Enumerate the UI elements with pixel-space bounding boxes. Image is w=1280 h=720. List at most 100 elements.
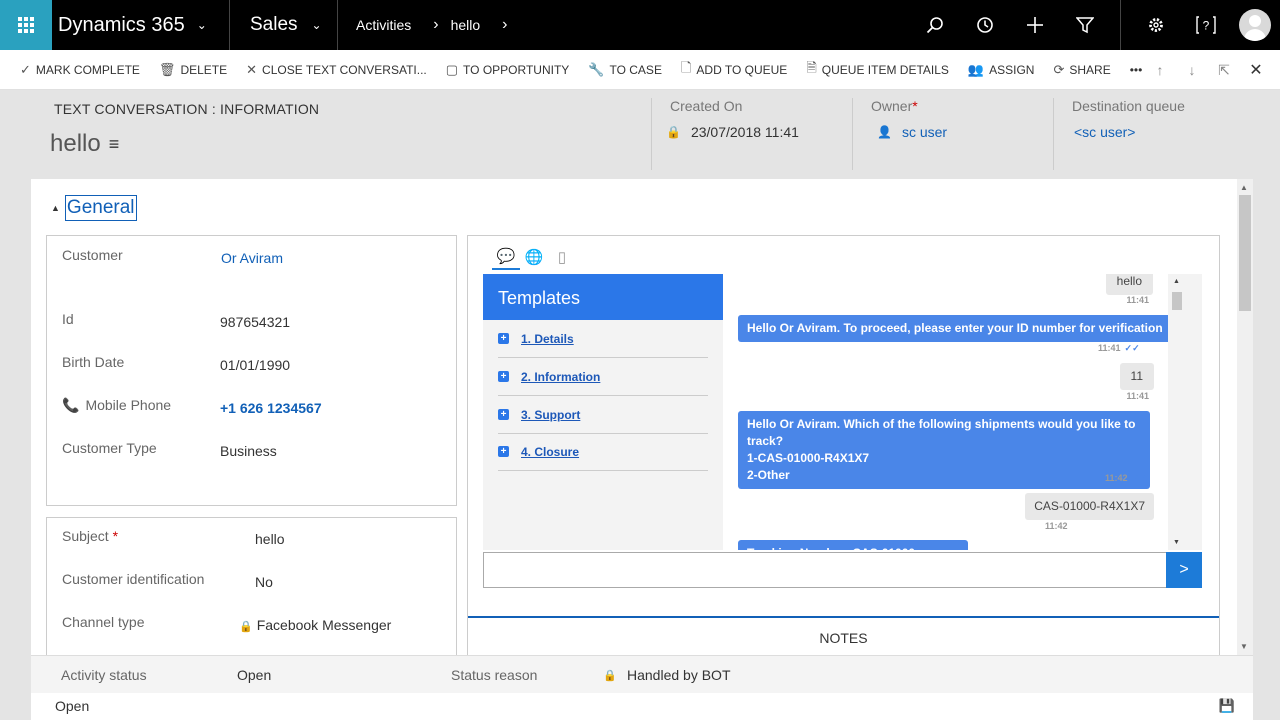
scroll-up-icon[interactable]: ▲ xyxy=(1240,183,1248,192)
svg-text:?: ? xyxy=(1203,19,1210,33)
share-button[interactable]: ⟳ SHARE xyxy=(1053,62,1110,78)
templates-panel: Templates +1. Details +2. Information +3… xyxy=(483,274,723,550)
message-timestamp: 11:42 ✓✓ xyxy=(1105,473,1147,483)
lock-icon: 🔒 xyxy=(603,670,617,682)
checkmark-icon: ✓ xyxy=(20,61,31,77)
notes-tab[interactable]: NOTES xyxy=(468,630,1219,646)
read-receipt-icon: ✓✓ xyxy=(1124,343,1140,353)
assign-button[interactable]: 👥 ASSIGN xyxy=(968,62,1035,78)
arrow-down-icon[interactable]: ↓ xyxy=(1176,62,1208,78)
required-indicator: * xyxy=(112,528,119,544)
customer-type-label: Customer Type xyxy=(62,440,157,456)
scroll-down-icon[interactable]: ▼ xyxy=(1240,642,1248,651)
template-item[interactable]: +3. Support xyxy=(498,396,708,434)
user-avatar[interactable] xyxy=(1239,9,1271,41)
collapse-triangle-icon: ▲ xyxy=(51,203,60,213)
message-incoming: hello xyxy=(1105,274,1153,295)
chevron-down-icon: ⌄ xyxy=(311,18,322,32)
customer-section: Customer Or Aviram Id 987654321 Birth Da… xyxy=(46,235,457,506)
form-scrollbar[interactable]: ▲ ▼ xyxy=(1237,179,1253,655)
activity-status-value[interactable]: Open xyxy=(237,667,271,683)
user-icon: 👤 xyxy=(877,125,892,139)
owner-link[interactable]: sc user xyxy=(902,124,947,140)
arrow-up-icon[interactable]: ↑ xyxy=(1144,62,1176,78)
message-timestamp: 11:42 xyxy=(1045,521,1068,531)
customer-type-value[interactable]: Business xyxy=(220,443,277,459)
birth-date-value[interactable]: 01/01/1990 xyxy=(220,357,290,373)
scroll-down-icon[interactable]: ▼ xyxy=(1173,539,1180,546)
top-navigation-bar: Dynamics 365 ⌄ Sales ⌄ Activities › hell… xyxy=(0,0,1280,50)
required-indicator: * xyxy=(912,98,918,114)
message-timestamp: 11:41 xyxy=(1126,391,1149,401)
pop-out-icon[interactable]: ⇱ xyxy=(1208,62,1240,79)
phone-icon: 📞 xyxy=(62,397,80,413)
send-button[interactable]: > xyxy=(1166,552,1202,588)
to-opportunity-button[interactable]: ▢ TO OPPORTUNITY xyxy=(446,62,570,78)
channel-tabs: 💬 🌐 ▯ xyxy=(492,244,576,270)
app-name-dropdown[interactable]: Dynamics 365 ⌄ xyxy=(52,0,230,50)
add-to-queue-button[interactable]: 🗋 ADD TO QUEUE xyxy=(681,59,787,81)
help-icon[interactable]: ? xyxy=(1181,0,1231,50)
template-item[interactable]: +2. Information xyxy=(498,358,708,396)
customer-identification-value[interactable]: No xyxy=(255,574,273,590)
web-chat-icon[interactable]: 🌐 xyxy=(520,244,548,270)
close-record-icon[interactable]: ✕ xyxy=(1240,60,1272,80)
activity-status-label: Activity status xyxy=(61,667,147,683)
template-item[interactable]: +4. Closure xyxy=(498,433,708,471)
scroll-up-icon[interactable]: ▲ xyxy=(1173,278,1180,285)
customer-identification-label: Customer identification xyxy=(62,571,205,587)
template-item[interactable]: +1. Details xyxy=(498,320,708,358)
form-selector-icon[interactable]: ≡ xyxy=(109,134,120,155)
close-conversation-button[interactable]: ✕ CLOSE TEXT CONVERSATI... xyxy=(246,62,427,78)
messages-scrollbar[interactable]: ▲ ▼ xyxy=(1168,274,1185,550)
message-timestamp: 11:41 xyxy=(1126,295,1149,305)
chat-panel: 💬 🌐 ▯ Templates +1. Details +2. Informat… xyxy=(467,235,1220,655)
channel-type-label: Channel type xyxy=(62,614,145,630)
breadcrumb: Activities › hello › xyxy=(338,0,910,50)
message-outgoing: Hello Or Aviram. Which of the following … xyxy=(738,411,1150,489)
queue-add-icon: 🗋 xyxy=(680,59,692,75)
new-icon[interactable] xyxy=(1010,0,1060,50)
module-dropdown[interactable]: Sales ⌄ xyxy=(230,0,338,50)
search-icon[interactable] xyxy=(910,0,960,50)
record-title-text: hello xyxy=(50,130,101,157)
general-section-title: General xyxy=(64,195,137,221)
messages-list: hello 11:41 Hello Or Aviram. To proceed,… xyxy=(723,274,1185,550)
app-launcher-button[interactable] xyxy=(0,0,52,50)
chevron-right-icon[interactable]: › xyxy=(502,16,507,34)
history-icon[interactable] xyxy=(960,0,1010,50)
mobile-phone-link[interactable]: +1 626 1234567 xyxy=(220,400,322,416)
messenger-icon[interactable]: 💬 xyxy=(492,244,520,270)
mark-complete-button[interactable]: ✓ MARK COMPLETE xyxy=(20,62,140,78)
birth-date-label: Birth Date xyxy=(62,354,125,370)
read-receipt-icon: ✓✓ xyxy=(1131,473,1147,483)
notes-divider xyxy=(468,616,1219,618)
to-case-button[interactable]: 🔧 TO CASE xyxy=(588,62,662,78)
wrench-icon: 🔧 xyxy=(588,61,605,77)
mobile-phone-label: Mobile Phone xyxy=(85,397,172,413)
form-footer: Open 💾 xyxy=(31,693,1253,720)
destination-queue-link[interactable]: <sc user> xyxy=(1074,124,1135,140)
activity-section: Subject * hello Customer identification … xyxy=(46,517,457,667)
breadcrumb-record[interactable]: hello xyxy=(451,17,481,33)
general-section-header[interactable]: ▲ General xyxy=(51,195,137,221)
opportunity-icon: ▢ xyxy=(445,61,459,77)
sms-phone-icon[interactable]: ▯ xyxy=(548,244,576,270)
message-input[interactable]: > xyxy=(483,552,1202,588)
save-icon[interactable]: 💾 xyxy=(1219,698,1235,714)
more-commands-button[interactable]: ••• xyxy=(1130,63,1143,77)
queue-item-details-button[interactable]: 🗎 QUEUE ITEM DETAILS xyxy=(806,59,949,81)
command-bar: ✓ MARK COMPLETE 🗑 DELETE ✕ CLOSE TEXT CONVE… xyxy=(0,50,1280,90)
id-value[interactable]: 987654321 xyxy=(220,314,290,330)
subject-value[interactable]: hello xyxy=(255,531,285,547)
filter-icon[interactable] xyxy=(1060,0,1110,50)
delete-button[interactable]: 🗑 DELETE xyxy=(159,62,227,78)
document-icon: 🗎 xyxy=(806,59,817,75)
customer-link[interactable]: Or Aviram xyxy=(221,250,283,266)
channel-type-value: Facebook Messenger xyxy=(256,617,392,633)
record-state: Open xyxy=(55,698,90,714)
status-reason-label: Status reason xyxy=(451,667,538,683)
settings-icon[interactable] xyxy=(1131,0,1181,50)
chevron-right-icon: › xyxy=(433,16,439,33)
breadcrumb-activities[interactable]: Activities xyxy=(356,17,411,33)
